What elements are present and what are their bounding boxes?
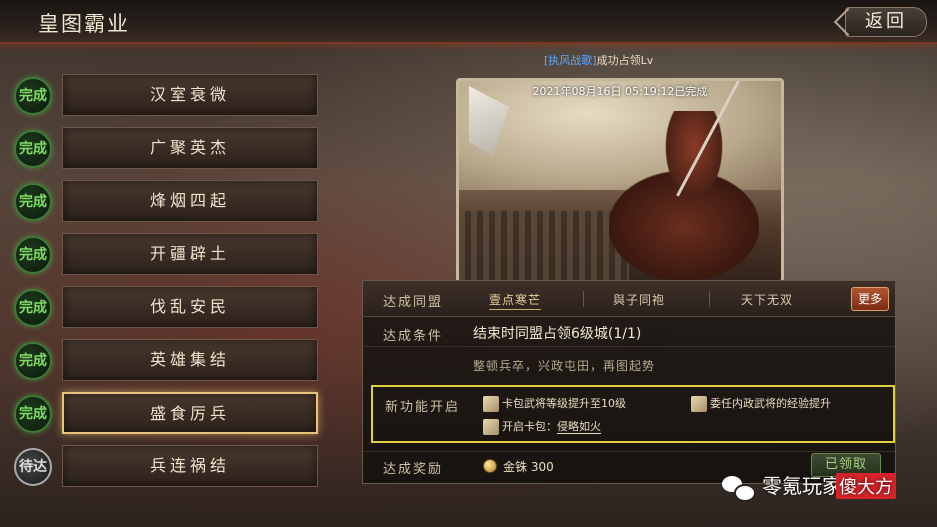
watermark-stamp: 傻大方	[836, 473, 896, 499]
stage-item[interactable]: 完成 开疆辟土	[14, 231, 324, 277]
news-alliance-tag: [执风战歌]	[544, 54, 597, 67]
top-bar: 皇图霸业 返回	[0, 0, 937, 44]
watermark-text: 零氪玩家	[762, 474, 842, 498]
wechat-icon	[722, 475, 756, 502]
stage-button[interactable]: 开疆辟土	[62, 233, 318, 275]
stage-item[interactable]: 完成 伐乱安民	[14, 284, 324, 330]
alliance-label: 达成同盟	[383, 295, 444, 310]
condition-description: 整顿兵卒，兴政屯田，再图起势	[473, 359, 656, 373]
reward-value: 金铢 300	[503, 460, 554, 474]
stage-button[interactable]: 汉室衰微	[62, 74, 318, 116]
page-title: 皇图霸业	[38, 12, 130, 36]
back-label: 返回	[865, 11, 907, 32]
alliance-entry[interactable]: 壹点寒芒	[489, 291, 542, 310]
stage-detail-panel: 达成同盟 壹点寒芒 與子同袍 天下无双 更多 达成条件 结束时同盟占领6级城(1…	[362, 280, 896, 484]
stage-item[interactable]: 完成 英雄集结	[14, 337, 324, 383]
condition-value: 结束时同盟占领6级城(1/1)	[473, 326, 642, 342]
complete-badge-icon: 完成	[14, 236, 52, 274]
feature-item: 委任内政武将的经验提升	[691, 395, 831, 412]
scroll-icon	[691, 396, 707, 412]
complete-badge-icon: 完成	[14, 289, 52, 327]
feature-text: 开启卡包：	[502, 420, 557, 433]
news-ticker: [执风战歌]成功占领Lv	[544, 52, 724, 68]
back-arrow-icon	[833, 7, 863, 37]
complete-badge-icon: 完成	[14, 130, 52, 168]
stage-item-selected[interactable]: 完成 盛食厉兵	[14, 390, 324, 436]
reward-label: 达成奖励	[383, 462, 444, 477]
alliance-entry[interactable]: 天下无双	[741, 291, 793, 308]
alliance-row: 达成同盟 壹点寒芒 與子同袍 天下无双 更多	[363, 281, 895, 317]
alliance-entry[interactable]: 與子同袍	[613, 291, 665, 308]
card-pack-icon	[483, 419, 499, 435]
watermark: 零氪玩家傻大方	[722, 470, 896, 504]
scroll-icon	[483, 396, 499, 412]
divider	[709, 291, 710, 307]
divider	[583, 291, 584, 307]
complete-badge-icon: 完成	[14, 342, 52, 380]
stage-button[interactable]: 伐乱安民	[62, 286, 318, 328]
complete-badge-icon: 完成	[14, 77, 52, 115]
stage-button[interactable]: 烽烟四起	[62, 180, 318, 222]
card-pack-link[interactable]: 侵略如火	[557, 420, 601, 434]
news-text: 成功占领Lv	[596, 54, 654, 67]
feature-text: 卡包武将等级提升至10级	[502, 397, 626, 410]
stage-illustration: 2021年08月16日 05:19:12已完成	[456, 78, 784, 283]
stage-button[interactable]: 兵连祸结	[62, 445, 318, 487]
stage-item[interactable]: 待达 兵连祸结	[14, 443, 324, 489]
stage-button[interactable]: 英雄集结	[62, 339, 318, 381]
more-button[interactable]: 更多	[851, 287, 889, 311]
feature-item: 卡包武将等级提升至10级	[483, 395, 626, 412]
feature-label: 新功能开启	[385, 400, 461, 415]
stage-button[interactable]: 盛食厉兵	[62, 392, 318, 434]
complete-badge-icon: 完成	[14, 395, 52, 433]
stage-item[interactable]: 完成 汉室衰微	[14, 72, 324, 118]
feature-text: 委任内政武将的经验提升	[710, 397, 831, 410]
pending-badge-icon: 待达	[14, 448, 52, 486]
feature-item: 开启卡包：侵略如火	[483, 418, 601, 435]
condition-label: 达成条件	[383, 329, 444, 344]
illustration-army	[459, 211, 629, 280]
complete-badge-icon: 完成	[14, 183, 52, 221]
stage-item[interactable]: 完成 烽烟四起	[14, 178, 324, 224]
completion-timestamp: 2021年08月16日 05:19:12已完成	[532, 85, 708, 98]
stage-item[interactable]: 完成 广聚英杰	[14, 125, 324, 171]
gold-coin-icon	[483, 459, 497, 473]
stage-button[interactable]: 广聚英杰	[62, 127, 318, 169]
feature-unlock-box: 新功能开启 卡包武将等级提升至10级 委任内政武将的经验提升 开启卡包：侵略如火	[371, 385, 895, 443]
back-button[interactable]: 返回	[833, 7, 927, 37]
